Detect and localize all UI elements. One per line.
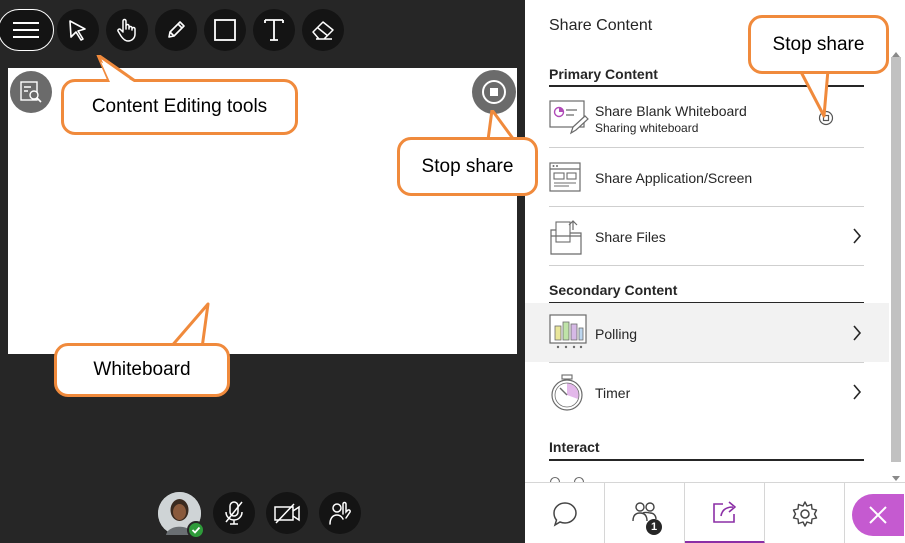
zoom-button[interactable] bbox=[10, 71, 52, 113]
chevron-right-icon bbox=[852, 227, 862, 250]
raise-hand-button[interactable] bbox=[319, 492, 361, 534]
pencil-tool-button[interactable] bbox=[155, 9, 197, 51]
close-icon bbox=[869, 506, 887, 524]
close-panel-button[interactable] bbox=[852, 494, 904, 536]
callout-text: Whiteboard bbox=[93, 359, 191, 380]
panel-tab-bar: 1 bbox=[525, 482, 905, 543]
callout-text: Stop share bbox=[421, 155, 514, 177]
item-label: Share Files bbox=[595, 229, 666, 245]
status-check-icon bbox=[187, 521, 205, 539]
raise-hand-icon bbox=[329, 501, 351, 525]
scrollbar-thumb[interactable] bbox=[891, 57, 901, 462]
microphone-button[interactable] bbox=[213, 492, 255, 534]
tab-chat[interactable] bbox=[525, 483, 605, 543]
stop-share-button[interactable] bbox=[472, 70, 516, 114]
section-title-secondary: Secondary Content bbox=[549, 282, 678, 298]
whiteboard-icon bbox=[549, 99, 589, 142]
camera-button[interactable] bbox=[266, 492, 308, 534]
timer-item[interactable]: Timer bbox=[549, 363, 864, 422]
tab-settings[interactable] bbox=[765, 483, 845, 543]
callout-stop-share-whiteboard: Stop share bbox=[397, 137, 538, 196]
item-status: Sharing whiteboard bbox=[595, 121, 699, 135]
section-title-primary: Primary Content bbox=[549, 66, 658, 82]
share-screen-item[interactable]: Share Application/Screen bbox=[549, 148, 864, 207]
select-tool-button[interactable] bbox=[57, 9, 99, 51]
callout-stop-share-panel: Stop share bbox=[748, 15, 889, 74]
shape-tool-button[interactable] bbox=[204, 9, 246, 51]
callout-text: Stop share bbox=[772, 33, 865, 55]
share-files-item[interactable]: Share Files bbox=[549, 207, 864, 266]
item-label: Timer bbox=[595, 385, 631, 401]
polling-item[interactable]: Polling bbox=[549, 304, 864, 363]
section-title-interact: Interact bbox=[549, 439, 600, 455]
mic-off-icon bbox=[225, 501, 243, 525]
square-icon bbox=[214, 19, 236, 41]
section-divider bbox=[549, 459, 864, 461]
screen-icon bbox=[549, 162, 581, 197]
hand-icon bbox=[117, 18, 136, 42]
zoom-view-icon bbox=[20, 81, 42, 103]
callout-editing-tools: Content Editing tools bbox=[61, 79, 298, 135]
stop-icon bbox=[482, 80, 506, 104]
folder-icon bbox=[549, 218, 583, 261]
callout-tail bbox=[798, 68, 830, 118]
camera-off-icon bbox=[274, 503, 300, 524]
avatar[interactable] bbox=[158, 492, 205, 539]
tab-share-content[interactable] bbox=[685, 483, 765, 543]
item-divider bbox=[549, 265, 864, 266]
item-label: Share Application/Screen bbox=[595, 170, 753, 186]
chevron-right-icon bbox=[852, 324, 862, 347]
chat-icon bbox=[552, 501, 577, 527]
item-label: Polling bbox=[595, 326, 638, 342]
item-label: Share Blank Whiteboard bbox=[595, 103, 747, 119]
share-content-panel: Share Content Primary Content Share Blan… bbox=[525, 0, 905, 543]
tab-attendees[interactable]: 1 bbox=[605, 483, 685, 543]
chevron-right-icon bbox=[852, 383, 862, 406]
polling-chart-icon bbox=[549, 314, 587, 355]
gear-icon bbox=[792, 500, 817, 527]
hamburger-icon bbox=[13, 22, 39, 38]
scroll-up-icon[interactable] bbox=[892, 44, 900, 62]
callout-text: Content Editing tools bbox=[91, 96, 268, 117]
panel-title: Share Content bbox=[549, 17, 653, 34]
pencil-icon bbox=[168, 21, 185, 38]
attendee-count-badge: 1 bbox=[646, 519, 662, 535]
share-icon bbox=[712, 501, 736, 523]
eraser-icon bbox=[312, 21, 334, 40]
pan-tool-button[interactable] bbox=[106, 9, 148, 51]
arrow-pointer-icon bbox=[69, 20, 86, 41]
callout-whiteboard: Whiteboard bbox=[54, 343, 230, 397]
eraser-tool-button[interactable] bbox=[302, 9, 344, 51]
menu-button[interactable] bbox=[0, 9, 54, 51]
text-tool-button[interactable] bbox=[253, 9, 295, 51]
stopwatch-icon bbox=[549, 374, 585, 417]
text-icon bbox=[264, 19, 284, 41]
